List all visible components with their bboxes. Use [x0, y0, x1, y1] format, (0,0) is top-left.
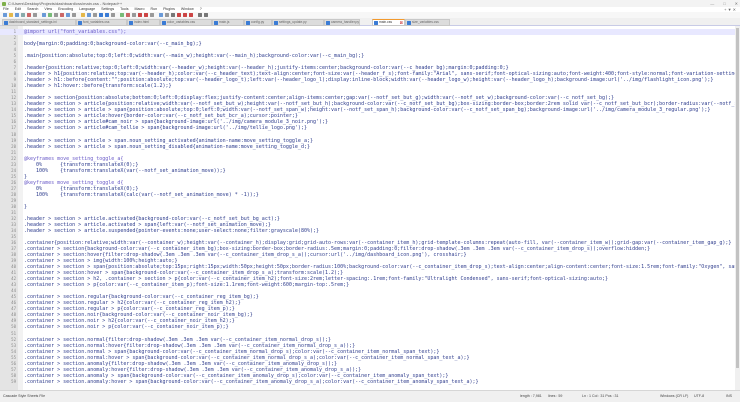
- folder-icon[interactable]: [150, 13, 154, 17]
- status-encoding: UTF-8: [694, 394, 705, 398]
- window-controls: — □ ✕: [710, 0, 738, 7]
- minimize-button[interactable]: —: [710, 0, 714, 7]
- playback-icon[interactable]: [183, 13, 187, 17]
- status-file-type: Cascade Style Sheets File: [3, 394, 46, 398]
- run-icon[interactable]: [198, 13, 202, 17]
- title-bar: C:\Users\Desktop\Projects\dashboard\css\…: [0, 0, 740, 7]
- file-icon: [326, 21, 330, 25]
- copy-icon[interactable]: [54, 13, 58, 17]
- close-icon[interactable]: [27, 13, 31, 17]
- tab-label: main.css: [379, 20, 393, 24]
- paste-icon[interactable]: [60, 13, 64, 17]
- file-icon: [4, 21, 8, 25]
- window-title: C:\Users\Desktop\Projects\dashboard\css\…: [8, 1, 123, 6]
- indent-guide-icon[interactable]: [126, 13, 130, 17]
- tab-font_variables-css[interactable]: font_variables.css: [76, 19, 127, 26]
- tab-camera_handler-py[interactable]: camera_handler.py: [324, 19, 360, 26]
- notepad-app-icon: [2, 1, 6, 6]
- code-line[interactable]: 59 .container > section.anomaly:hover > s…: [0, 379, 735, 385]
- redo-icon[interactable]: [72, 13, 76, 17]
- vertical-scrollbar[interactable]: [735, 26, 740, 390]
- save-macro-icon[interactable]: [189, 13, 193, 17]
- zoom-out-icon[interactable]: [99, 13, 103, 17]
- scrollbar-thumb[interactable]: [736, 28, 739, 368]
- file-icon: [274, 21, 278, 25]
- close-all-icon[interactable]: [33, 13, 37, 17]
- stop-icon[interactable]: [171, 13, 175, 17]
- close-button[interactable]: ✕: [735, 0, 738, 7]
- doc-map-icon[interactable]: [138, 13, 142, 17]
- play-icon[interactable]: [177, 13, 181, 17]
- maximize-button[interactable]: □: [723, 0, 725, 7]
- find-icon[interactable]: [81, 13, 85, 17]
- status-eol: Windows (CR LF): [660, 394, 689, 398]
- tab-color_variables-css[interactable]: color_variables.css: [160, 19, 212, 26]
- replace-icon[interactable]: [87, 13, 91, 17]
- file-icon: [78, 21, 82, 25]
- zoom-in-icon[interactable]: [93, 13, 97, 17]
- tab-size_variables-css[interactable]: size_variables.css: [405, 19, 450, 26]
- status-bar: Cascade Style Sheets File length : 7,981…: [0, 390, 740, 402]
- tab-main-css[interactable]: main.css ⊠: [372, 19, 405, 26]
- tab-label: settings_update.py: [279, 20, 307, 24]
- plugin-icon[interactable]: [204, 13, 208, 17]
- file-icon: [129, 21, 133, 25]
- status-insert-mode: INS: [726, 394, 732, 398]
- tab-bar: dashboard_standard_settings.ini font_vari…: [0, 18, 740, 26]
- monitor-icon[interactable]: [159, 13, 163, 17]
- file-icon: [407, 21, 411, 25]
- tab-label: dashboard_standard_settings.ini: [9, 20, 57, 24]
- file-icon: [374, 21, 378, 25]
- show-all-icon[interactable]: [120, 13, 124, 17]
- open-icon[interactable]: [9, 13, 13, 17]
- tab-label: index.html: [134, 20, 150, 24]
- file-icon: [162, 21, 166, 25]
- line-number: 59: [11, 378, 16, 384]
- tab-label: config.py: [251, 20, 265, 24]
- file-icon: [246, 21, 250, 25]
- undo-icon[interactable]: [66, 13, 70, 17]
- tab-config-py[interactable]: config.py: [244, 19, 272, 26]
- save-icon[interactable]: [15, 13, 19, 17]
- status-lines: lines : 59: [548, 394, 563, 398]
- word-wrap-icon[interactable]: [111, 13, 115, 17]
- code-editor[interactable]: 1 @import url("font_variables.css"); 2 3 bod…: [0, 26, 740, 390]
- tab-label: color_variables.css: [167, 20, 196, 24]
- save-all-icon[interactable]: [21, 13, 25, 17]
- tab-label: main.js: [219, 20, 230, 24]
- tab-index-html[interactable]: index.html: [127, 19, 160, 26]
- tab-close-icon[interactable]: ⊠: [400, 20, 403, 25]
- tab-label: font_variables.css: [83, 20, 110, 24]
- code-text: .container > section.anomaly:hover > spa…: [24, 378, 479, 385]
- tab-settings_update-py[interactable]: settings_update.py: [272, 19, 324, 26]
- tab-dashboard_standard_settings-ini[interactable]: dashboard_standard_settings.ini: [2, 19, 76, 26]
- status-position: Ln : 1 Col : 31 Pos : 31: [582, 394, 619, 398]
- tab-label: camera_handler.py: [331, 20, 360, 24]
- new-icon[interactable]: [3, 13, 7, 17]
- func-list-icon[interactable]: [144, 13, 148, 17]
- file-icon: [214, 21, 218, 25]
- sync-scroll-icon[interactable]: [105, 13, 109, 17]
- print-icon[interactable]: [42, 13, 46, 17]
- lang-icon[interactable]: [132, 13, 136, 17]
- tab-label: size_variables.css: [412, 20, 439, 24]
- status-length: length : 7,981: [520, 394, 542, 398]
- tab-main-js[interactable]: main.js: [212, 19, 244, 26]
- cut-icon[interactable]: [48, 13, 52, 17]
- record-icon[interactable]: [165, 13, 169, 17]
